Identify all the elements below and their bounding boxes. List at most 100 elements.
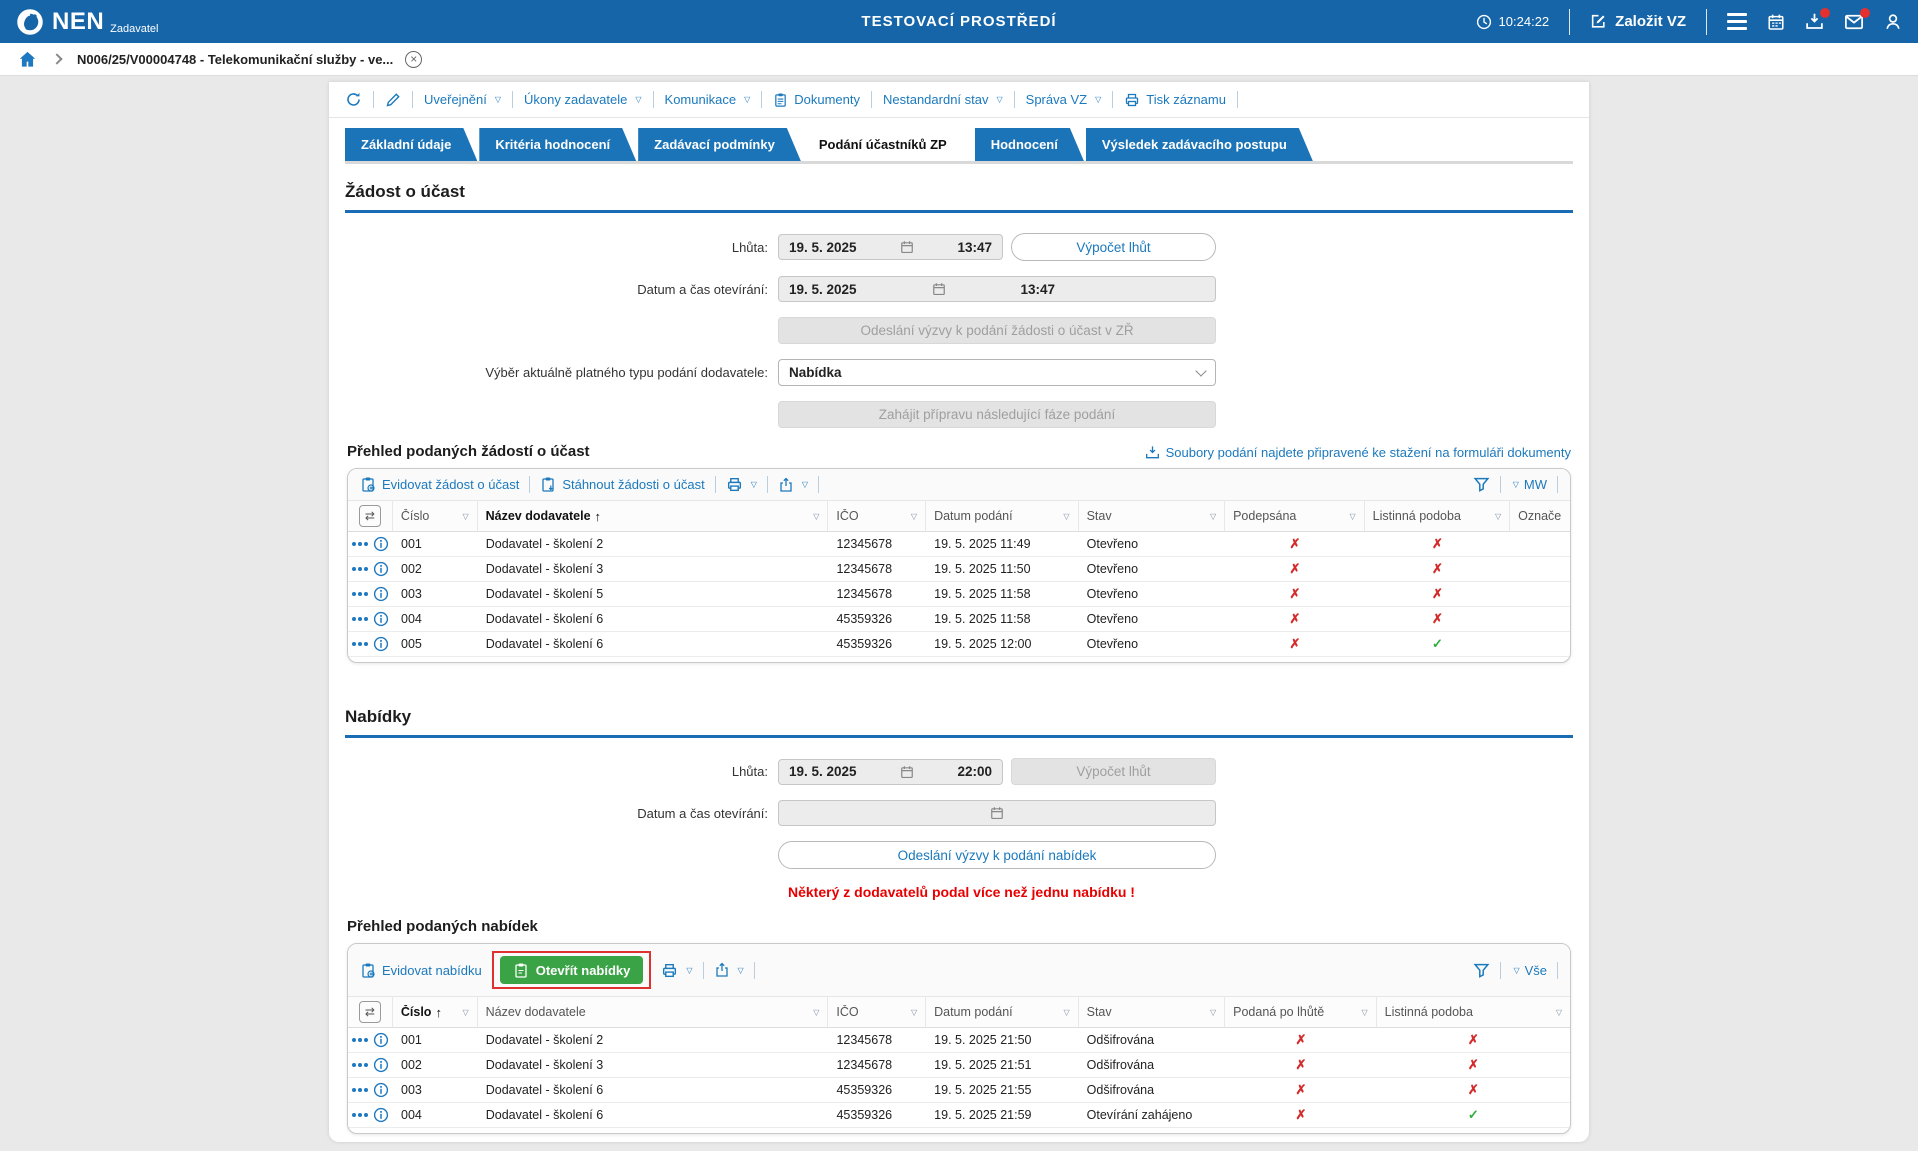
filter-chevron-icon[interactable]: ▽ [813, 1008, 819, 1017]
odeslani-vyzvy-button[interactable]: Odeslání výzvy k podání žádosti o účast … [778, 317, 1216, 344]
lhuta-datetime-field[interactable]: 19. 5. 2025 13:47 [778, 234, 1003, 260]
col-listinna[interactable]: Listinná podoba▽ [1377, 997, 1570, 1027]
refresh-icon[interactable] [345, 91, 362, 108]
odeslani-vyzvy-nabidek-button[interactable]: Odeslání výzvy k podání nabídek [778, 841, 1216, 869]
filter-chevron-icon[interactable]: ▽ [462, 512, 468, 521]
otevirani-datetime-field[interactable]: 19. 5. 2025 13:47 [778, 276, 1216, 302]
typ-podani-select[interactable]: Nabídka [778, 359, 1216, 386]
edit-record-icon[interactable] [385, 92, 401, 108]
row-menu-icon[interactable] [352, 617, 368, 621]
row-menu-icon[interactable] [352, 1038, 368, 1042]
col-nazev[interactable]: Název dodavatele↑▽ [478, 501, 829, 531]
soubory-podani-link[interactable]: Soubory podání najdete připravené ke sta… [1145, 445, 1571, 460]
filter-chevron-icon[interactable]: ▽ [1556, 1008, 1562, 1017]
table-row[interactable]: 002 Dodavatel - školení 3 12345678 19. 5… [348, 557, 1570, 582]
calendar-icon[interactable] [990, 806, 1004, 820]
menu-ukony-zadavatele[interactable]: Úkony zadavatele▽ [524, 92, 642, 107]
col-datum[interactable]: Datum podání▽ [926, 997, 1079, 1027]
row-menu-icon[interactable] [352, 1113, 368, 1117]
info-icon[interactable] [373, 1082, 389, 1098]
print-table-button[interactable]: ▽ [726, 476, 757, 493]
column-settings-icon[interactable]: ⇄ [359, 505, 381, 527]
info-icon[interactable] [373, 536, 389, 552]
menu-nestandardni-stav[interactable]: Nestandardní stav▽ [883, 92, 1003, 107]
info-icon[interactable] [373, 1107, 389, 1123]
filter-chevron-icon[interactable]: ▽ [1210, 512, 1216, 521]
filter-icon[interactable] [1473, 962, 1490, 979]
col-ico[interactable]: IČO▽ [828, 501, 926, 531]
table-row[interactable]: 005 Dodavatel - školení 6 45359326 19. 5… [348, 632, 1570, 657]
evidovat-nabidku-button[interactable]: Evidovat nabídku [360, 962, 482, 979]
filter-chevron-icon[interactable]: ▽ [1210, 1008, 1216, 1017]
info-icon[interactable] [373, 1032, 389, 1048]
zahajit-fazi-button[interactable]: Zahájit přípravu následující fáze podání [778, 401, 1216, 428]
calendar-icon[interactable] [900, 765, 914, 779]
home-icon[interactable] [18, 50, 37, 69]
row-menu-icon[interactable] [352, 642, 368, 646]
user-icon[interactable] [1884, 13, 1902, 31]
filter-chevron-icon[interactable]: ▽ [1063, 1008, 1069, 1017]
info-icon[interactable] [373, 636, 389, 652]
filter-icon[interactable] [1473, 476, 1490, 493]
filter-chevron-icon[interactable]: ▽ [911, 1008, 917, 1017]
column-settings-icon[interactable]: ⇄ [359, 1001, 381, 1023]
table-row[interactable]: 003 Dodavatel - školení 5 12345678 19. 5… [348, 582, 1570, 607]
export-table-button[interactable]: ▽ [778, 477, 808, 493]
nabidky-otevirani-field[interactable] [778, 800, 1216, 826]
filter-chevron-icon[interactable]: ▽ [911, 512, 917, 521]
filter-chevron-icon[interactable]: ▽ [462, 1008, 468, 1017]
calendar-icon[interactable] [932, 282, 946, 296]
col-stav[interactable]: Stav▽ [1079, 997, 1226, 1027]
create-vz-button[interactable]: Založit VZ [1590, 13, 1686, 30]
stahnout-zadosti-button[interactable]: Stáhnout žádosti o účast [540, 476, 704, 493]
info-icon[interactable] [373, 561, 389, 577]
messages-icon[interactable] [1844, 12, 1864, 32]
row-menu-icon[interactable] [352, 1088, 368, 1092]
menu-sprava-vz[interactable]: Správa VZ▽ [1026, 92, 1102, 107]
col-ico[interactable]: IČO▽ [828, 997, 926, 1027]
col-podana-po-lhute[interactable]: Podaná po lhůtě▽ [1225, 997, 1377, 1027]
tab-vysledek[interactable]: Výsledek zadávacího postupu [1086, 128, 1313, 161]
evidovat-zadost-button[interactable]: Evidovat žádost o účast [360, 476, 519, 493]
col-oznaceni[interactable]: Označení [1510, 501, 1570, 531]
close-tab-icon[interactable]: × [405, 51, 422, 68]
tab-zakladni-udaje[interactable]: Základní údaje [345, 128, 477, 161]
info-icon[interactable] [373, 611, 389, 627]
nen-logo[interactable]: NEN Zadavatel [16, 8, 158, 36]
filter-chevron-icon[interactable]: ▽ [1495, 512, 1501, 521]
table-row[interactable]: 002 Dodavatel - školení 3 12345678 19. 5… [348, 1053, 1570, 1078]
col-listinna[interactable]: Listinná podoba▽ [1365, 501, 1511, 531]
filter-chevron-icon[interactable]: ▽ [1362, 1008, 1368, 1017]
vypocet-lhut-button[interactable]: Výpočet lhůt [1011, 233, 1216, 261]
menu-komunikace[interactable]: Komunikace▽ [665, 92, 751, 107]
info-icon[interactable] [373, 1057, 389, 1073]
row-menu-icon[interactable] [352, 592, 368, 596]
table-row[interactable]: 004 Dodavatel - školení 6 45359326 19. 5… [348, 607, 1570, 632]
col-cislo[interactable]: Číslo▽ [393, 501, 478, 531]
table-row[interactable]: 001 Dodavatel - školení 2 12345678 19. 5… [348, 1028, 1570, 1053]
calendar-icon[interactable] [1767, 13, 1785, 31]
menu-icon[interactable] [1727, 13, 1747, 30]
info-icon[interactable] [373, 586, 389, 602]
menu-dokumenty[interactable]: Dokumenty [773, 92, 860, 108]
row-menu-icon[interactable] [352, 567, 368, 571]
tab-zadavaci-podminky[interactable]: Zadávací podmínky [638, 128, 801, 161]
col-stav[interactable]: Stav▽ [1079, 501, 1226, 531]
menu-uverejneni[interactable]: Uveřejnění▽ [424, 92, 501, 107]
row-menu-icon[interactable] [352, 542, 368, 546]
col-cislo[interactable]: Číslo↑▽ [393, 997, 478, 1027]
menu-tisk-zaznamu[interactable]: Tisk záznamu [1124, 92, 1226, 108]
filter-chevron-icon[interactable]: ▽ [1349, 512, 1355, 521]
row-menu-icon[interactable] [352, 1063, 368, 1067]
nabidky-lhuta-field[interactable]: 19. 5. 2025 22:00 [778, 759, 1003, 785]
tab-kriteria-hodnoceni[interactable]: Kritéria hodnocení [479, 128, 636, 161]
table-row[interactable]: 004 Dodavatel - školení 6 45359326 19. 5… [348, 1103, 1570, 1128]
col-podepsana[interactable]: Podepsána▽ [1225, 501, 1365, 531]
filter-chevron-icon[interactable]: ▽ [1063, 512, 1069, 521]
view-selector[interactable]: ▽ MW [1511, 477, 1547, 492]
breadcrumb-item[interactable]: N006/25/V00004748 - Telekomunikační služ… [77, 52, 393, 67]
export-table-button[interactable]: ▽ [714, 962, 744, 978]
print-table-button[interactable]: ▽ [661, 962, 692, 979]
table-row[interactable]: 003 Dodavatel - školení 6 45359326 19. 5… [348, 1078, 1570, 1103]
tab-podani-ucastniku[interactable]: Podání účastníků ZP [803, 128, 973, 161]
